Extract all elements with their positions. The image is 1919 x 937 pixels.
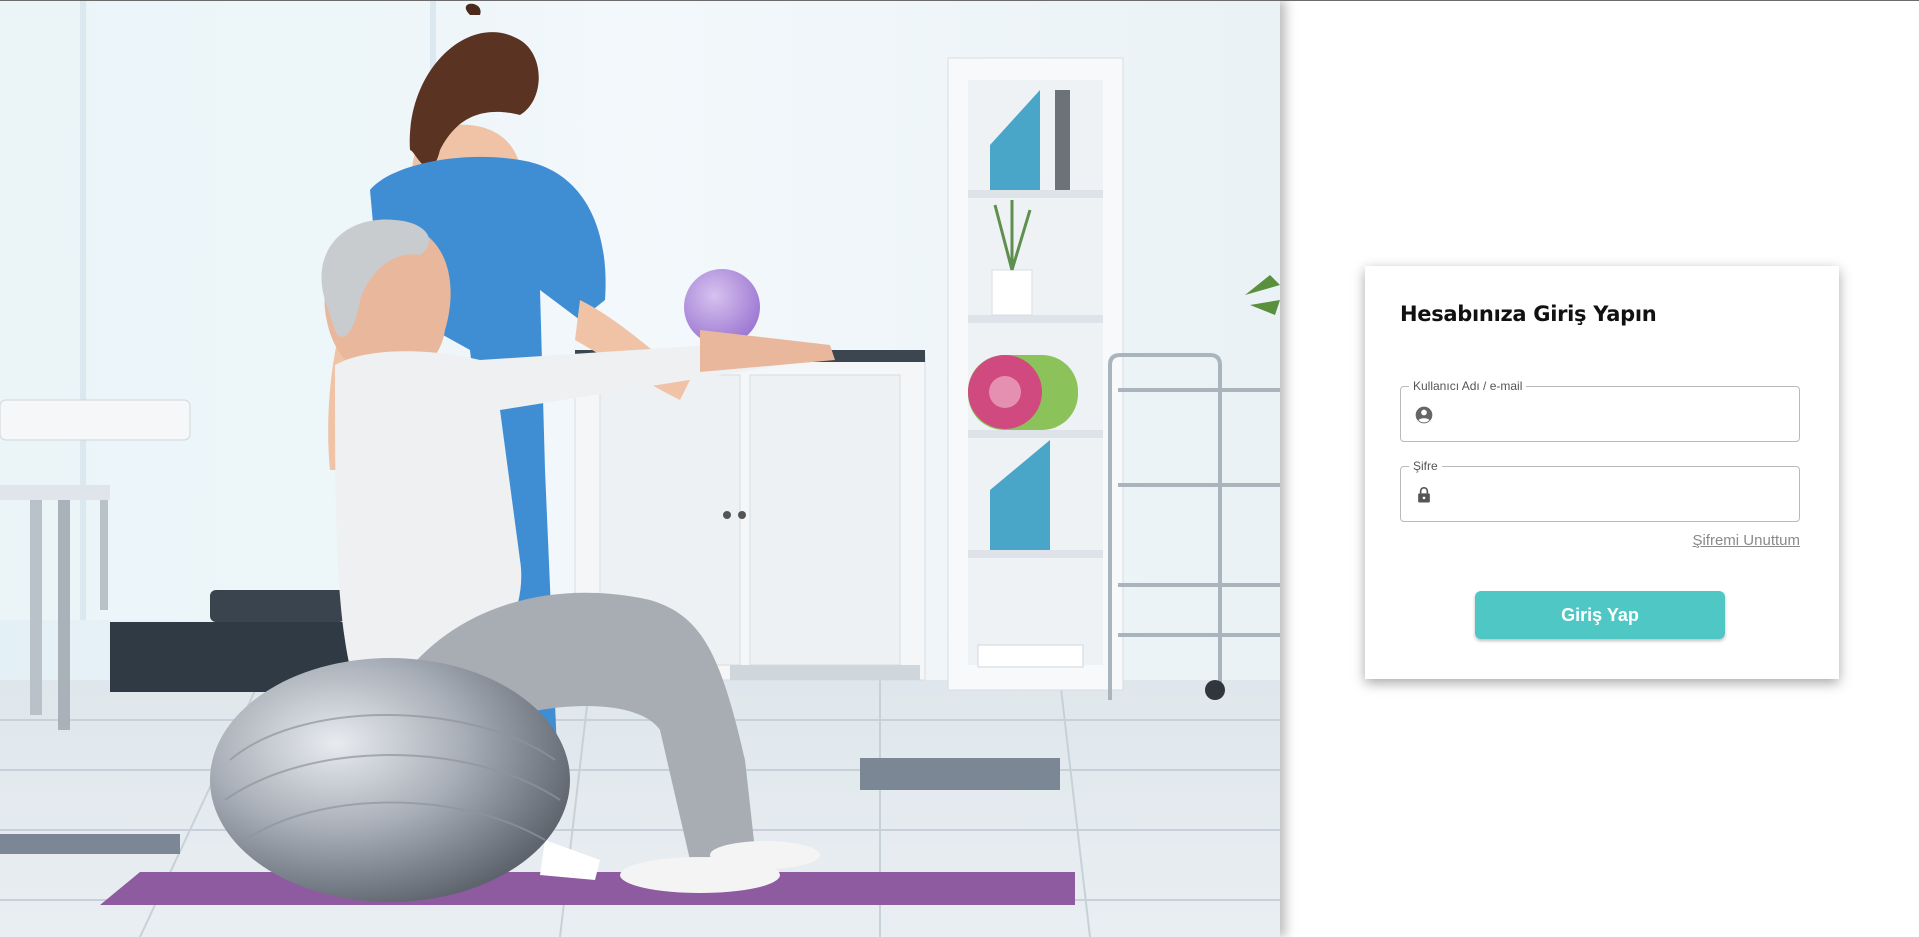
login-button[interactable]: Giriş Yap: [1475, 591, 1725, 639]
username-field[interactable]: Kullanıcı Adı / e-mail: [1400, 379, 1800, 442]
forgot-password-link[interactable]: Şifremi Unuttum: [1692, 532, 1800, 549]
password-field[interactable]: Şifre: [1400, 459, 1800, 522]
username-label: Kullanıcı Adı / e-mail: [1409, 379, 1527, 393]
password-label: Şifre: [1409, 459, 1442, 473]
username-input[interactable]: [1447, 397, 1791, 433]
login-title: Hesabınıza Giriş Yapın: [1400, 302, 1657, 326]
login-card: Hesabınıza Giriş Yapın Kullanıcı Adı / e…: [1365, 266, 1839, 679]
lock-icon: [1418, 486, 1430, 503]
account-circle-icon: [1415, 406, 1433, 424]
password-input[interactable]: [1447, 477, 1791, 513]
window-top-border: [0, 0, 1919, 1]
hero-image: [0, 0, 1280, 937]
